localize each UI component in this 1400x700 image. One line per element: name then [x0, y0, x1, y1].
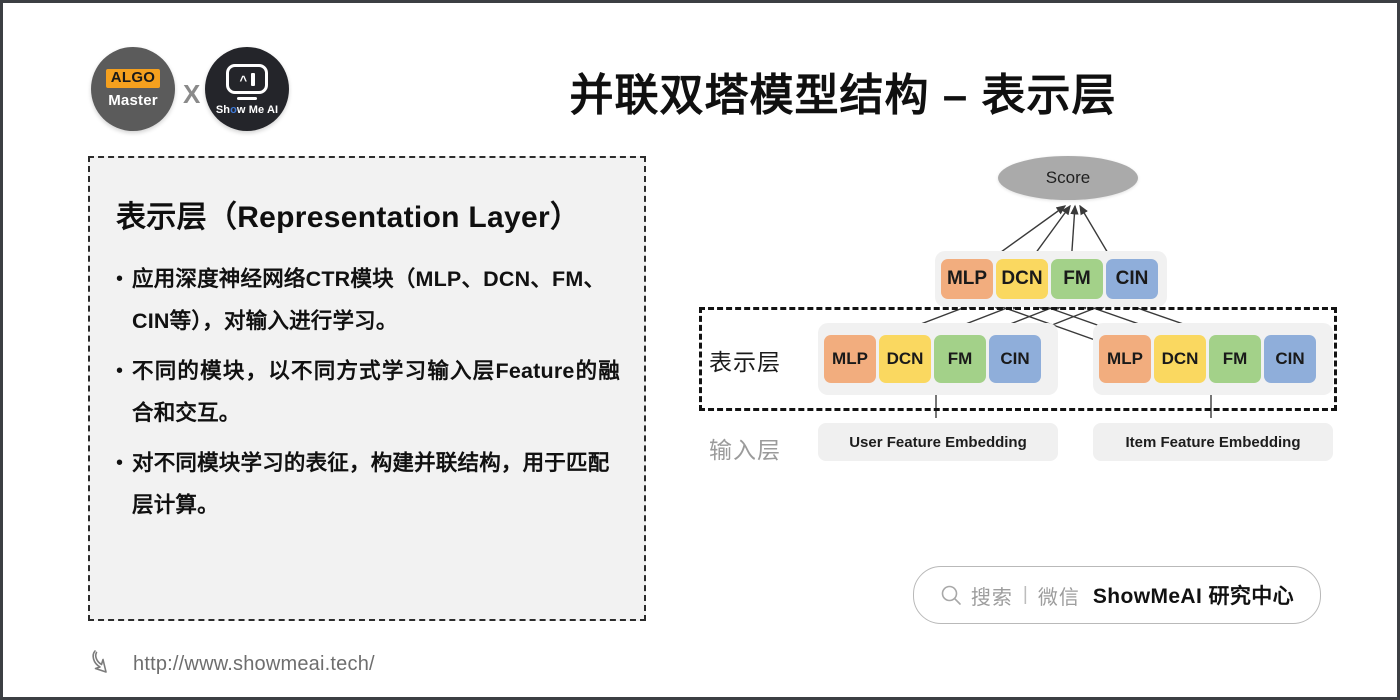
showmeai-logo: ^ Show Me AI [205, 47, 289, 131]
search-input[interactable]: 搜索 [971, 581, 1013, 610]
item-module-mlp: MLP [1099, 335, 1151, 383]
fusion-module-dcn: DCN [996, 259, 1048, 299]
search-brand-name: ShowMeAI 研究中心 [1092, 585, 1295, 608]
input-layer-label: 输入层 [709, 437, 781, 463]
bullet-marker: • [116, 268, 124, 290]
brand-logos: ALGO Master X ^ Show Me AI [91, 47, 301, 139]
user-module-label: FM [947, 349, 973, 368]
fusion-module-label: DCN [1001, 268, 1043, 289]
user-module-label: DCN [886, 349, 924, 368]
item-module-fm: FM [1209, 335, 1261, 383]
algomaster-badge-text: ALGO [105, 69, 161, 88]
user-module-cin: CIN [989, 335, 1041, 383]
algomaster-name-text: Master [108, 91, 158, 109]
showmeai-name-dot: o [230, 104, 237, 116]
user-module-label: CIN [1000, 349, 1030, 368]
item-module-label: MLP [1107, 349, 1143, 368]
user-module-mlp: MLP [824, 335, 876, 383]
showmeai-name-suffix: w Me AI [236, 104, 279, 116]
item-module-label: CIN [1275, 349, 1305, 368]
footer: http://www.showmeai.tech/ [89, 647, 375, 682]
bullet-text: 对不同模块学习的表征，构建并联结构，用于匹配层计算。 [132, 451, 610, 517]
algomaster-logo: ALGO Master [91, 47, 175, 131]
item-module-dcn: DCN [1154, 335, 1206, 383]
bullet-item: • 对不同模块学习的表征，构建并联结构，用于匹配层计算。 [116, 442, 620, 526]
fusion-module-mlp: MLP [941, 259, 993, 299]
robot-neck-shape [237, 97, 257, 100]
user-feature-embedding: User Feature Embedding [818, 423, 1058, 461]
score-node: Score [998, 156, 1138, 200]
showmeai-robot-icon: ^ [226, 64, 268, 94]
fusion-module-fm: FM [1051, 259, 1103, 299]
cursor-icon [89, 647, 119, 682]
slide-canvas: ALGO Master X ^ Show Me AI 并联双塔模型结构 – 表示… [0, 0, 1400, 700]
bullet-marker: • [116, 452, 124, 474]
architecture-diagram: Score MLP DCN FM CIN 表示层 输入层 MLP DCN FM [683, 143, 1353, 473]
fusion-module-cin: CIN [1106, 259, 1158, 299]
user-module-fm: FM [934, 335, 986, 383]
bullet-text: 不同的模块，以不同方式学习输入层Feature的融合和交互。 [132, 359, 620, 425]
panel-heading: 表示层（Representation Layer） [116, 201, 581, 234]
showmeai-name-text: Show Me AI [216, 104, 278, 116]
caret-glyph: ^ [239, 72, 248, 88]
fusion-module-label: CIN [1115, 268, 1149, 289]
fusion-module-label: FM [1063, 268, 1091, 289]
representation-layer-panel: 表示层（Representation Layer） • 应用深度神经网络CTR模… [88, 156, 646, 621]
footer-url-text: http://www.showmeai.tech/ [133, 653, 375, 675]
search-separator: | [1022, 584, 1028, 605]
item-module-label: FM [1222, 349, 1248, 368]
search-channel-label: 微信 [1037, 586, 1080, 609]
user-module-label: MLP [832, 349, 868, 368]
bar-glyph [251, 72, 255, 86]
bullet-item: • 应用深度神经网络CTR模块（MLP、DCN、FM、CIN等），对输入进行学习… [116, 258, 620, 342]
search-icon [940, 584, 962, 606]
wechat-search-bar[interactable]: 搜索 | 微信 ShowMeAI 研究中心 [913, 566, 1321, 624]
user-module-dcn: DCN [879, 335, 931, 383]
fusion-module-label: MLP [946, 268, 988, 289]
item-module-label: DCN [1161, 349, 1199, 368]
showmeai-name-prefix: Sh [215, 104, 231, 116]
logo-separator-x: X [183, 79, 201, 109]
representation-layer-label: 表示层 [709, 349, 781, 375]
item-feature-embedding: Item Feature Embedding [1093, 423, 1333, 461]
item-module-cin: CIN [1264, 335, 1316, 383]
bullet-text: 应用深度神经网络CTR模块（MLP、DCN、FM、CIN等），对输入进行学习。 [132, 267, 606, 333]
bullet-item: • 不同的模块，以不同方式学习输入层Feature的融合和交互。 [116, 350, 620, 434]
page-title: 并联双塔模型结构 – 表示层 [569, 71, 1117, 120]
bullet-marker: • [116, 360, 124, 382]
